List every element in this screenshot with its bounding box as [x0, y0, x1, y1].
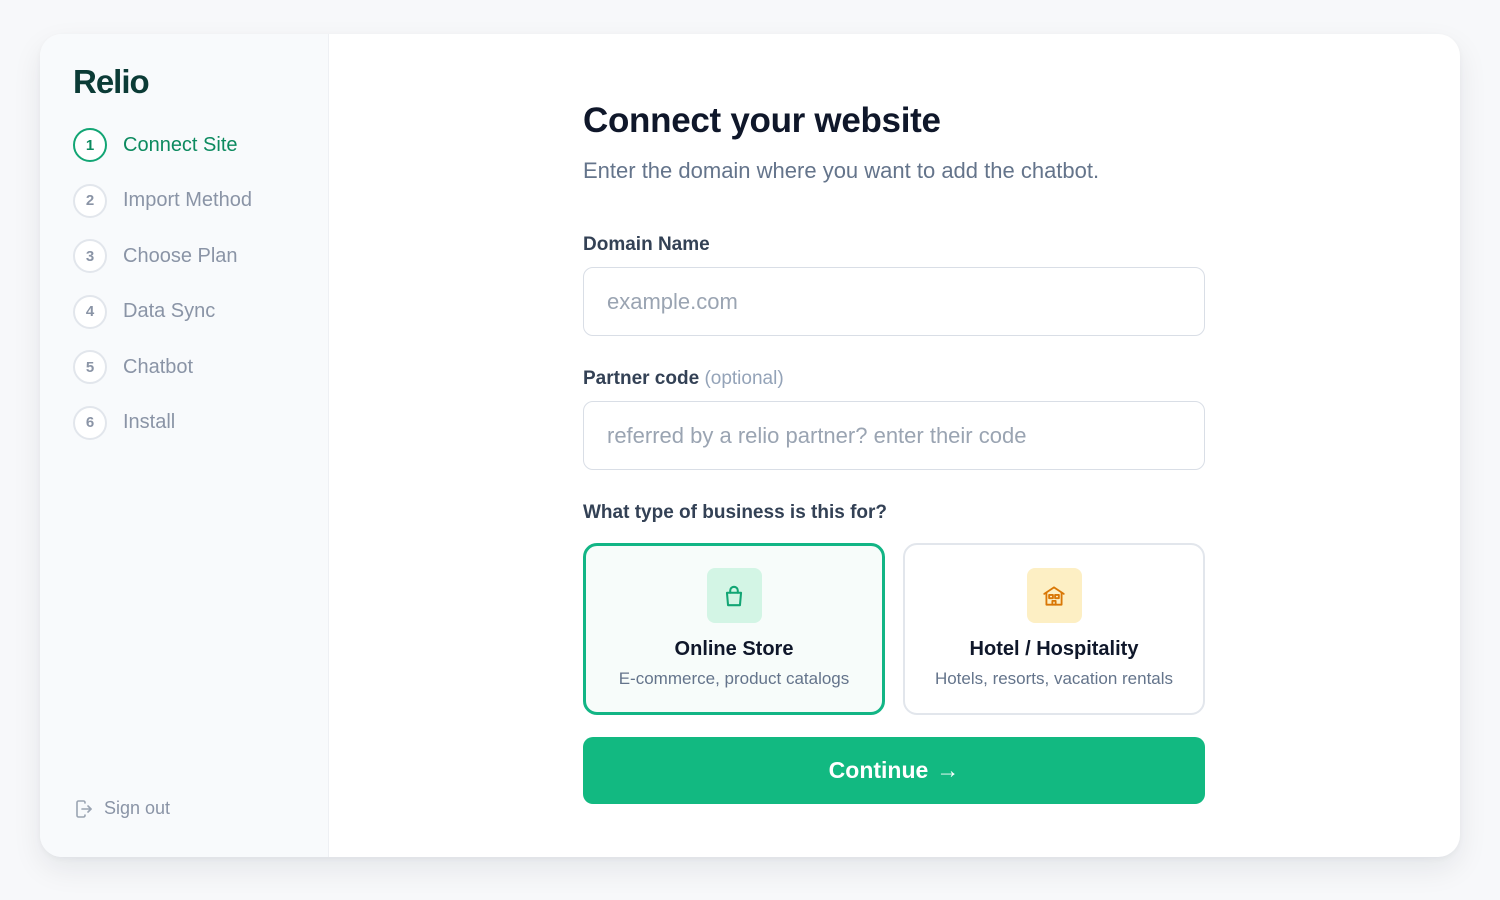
- optional-hint: (optional): [704, 368, 784, 389]
- step-choose-plan[interactable]: 3 Choose Plan: [73, 239, 252, 274]
- arrow-right-icon: →: [936, 757, 960, 783]
- step-connect-site[interactable]: 1 Connect Site: [73, 128, 252, 162]
- step-number: 5: [73, 350, 107, 385]
- partner-code-label: Partner code (optional): [583, 366, 1205, 392]
- onboarding-card: Relio 1 Connect Site 2 Import Method 3 C…: [40, 34, 1460, 857]
- page-title: Connect your website: [583, 101, 941, 140]
- step-number: 3: [73, 239, 107, 274]
- brand-logo: Relio: [73, 63, 150, 100]
- partner-code-input[interactable]: [583, 401, 1205, 470]
- business-type-label: What type of business is this for?: [583, 502, 888, 523]
- option-description: Hotels, resorts, vacation rentals: [934, 669, 1174, 688]
- step-label: Import Method: [123, 189, 252, 212]
- domain-input[interactable]: [583, 267, 1205, 336]
- step-label: Install: [123, 411, 176, 434]
- icon-tile: [706, 568, 762, 623]
- step-import-method[interactable]: 2 Import Method: [73, 183, 252, 218]
- step-install[interactable]: 6 Install: [73, 405, 252, 440]
- business-option-hotel[interactable]: Hotel / Hospitality Hotels, resorts, vac…: [903, 543, 1205, 715]
- icon-tile: [1026, 568, 1082, 623]
- step-label: Connect Site: [123, 133, 238, 156]
- step-number: 2: [73, 183, 107, 218]
- sign-out-icon: [76, 799, 92, 818]
- option-title: Hotel / Hospitality: [969, 638, 1139, 660]
- step-number: 6: [73, 405, 107, 440]
- option-description: E-commerce, product catalogs: [618, 669, 850, 688]
- domain-label: Domain Name: [583, 234, 710, 255]
- brand-name: Relio: [73, 63, 150, 100]
- hotel-icon: [1043, 585, 1065, 606]
- main-panel: Connect your website Enter the domain wh…: [329, 34, 1460, 857]
- business-type-options: Online Store E-commerce, product catalog…: [583, 543, 1205, 715]
- step-number: 4: [73, 294, 107, 329]
- sidebar: Relio 1 Connect Site 2 Import Method 3 C…: [40, 34, 329, 857]
- shopping-bag-icon: [725, 585, 743, 606]
- step-label: Choose Plan: [123, 244, 238, 267]
- step-number: 1: [73, 128, 107, 162]
- step-chatbot[interactable]: 5 Chatbot: [73, 350, 252, 385]
- step-data-sync[interactable]: 4 Data Sync: [73, 294, 252, 329]
- step-label: Data Sync: [123, 300, 216, 323]
- continue-button[interactable]: Continue →: [583, 737, 1205, 804]
- step-label: Chatbot: [123, 355, 194, 378]
- sign-out-label: Sign out: [104, 798, 171, 818]
- business-option-online-store[interactable]: Online Store E-commerce, product catalog…: [583, 543, 885, 715]
- page-subtitle: Enter the domain where you want to add t…: [583, 158, 1100, 183]
- connect-site-form: Connect your website Enter the domain wh…: [583, 98, 1205, 804]
- option-title: Online Store: [674, 638, 794, 660]
- continue-label: Continue: [828, 757, 929, 783]
- sign-out-button[interactable]: Sign out: [74, 798, 170, 819]
- step-list: 1 Connect Site 2 Import Method 3 Choose …: [73, 128, 252, 462]
- partner-code-label-text: Partner code: [583, 368, 700, 389]
